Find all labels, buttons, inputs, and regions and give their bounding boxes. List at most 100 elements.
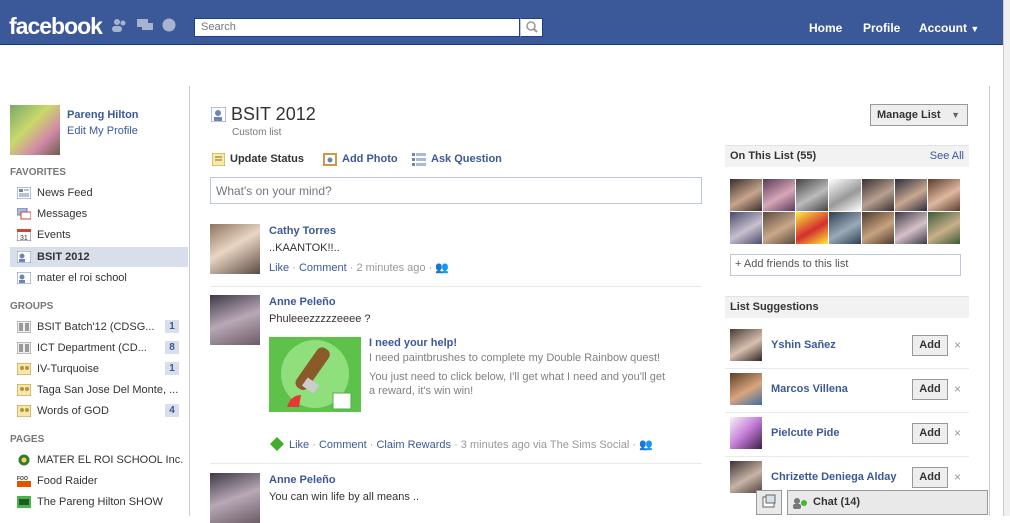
dismiss-suggestion-icon[interactable]: × [954,382,961,396]
story-author-name[interactable]: Cathy Torres [269,225,336,237]
suggestion-name[interactable]: Chrizette Deniega Alday [771,471,897,483]
groups-heading: GROUPS [10,301,54,312]
sidebar-item-events[interactable]: 31 Events [10,225,188,245]
sidebar-item-messages[interactable]: Messages [10,204,188,224]
pages-heading: PAGES [10,434,45,445]
story-text: Phuleeezzzzzeeee ? [269,313,371,325]
status-input[interactable]: What's on your mind? [210,177,702,204]
notifications-globe-icon[interactable] [161,18,177,32]
attachment-title[interactable]: I need your help! [369,337,457,349]
group-icon [17,342,31,354]
suggestion-avatar[interactable] [730,461,762,493]
list-member-photo[interactable] [829,212,861,244]
sidebar-item-news-feed[interactable]: News Feed [10,183,188,203]
list-member-photo[interactable] [763,212,795,244]
list-suggestions-title: List Suggestions [730,301,819,313]
sidebar-group-bsit-batch[interactable]: BSIT Batch'12 (CDSG... 1 [10,317,188,337]
group-label: Words of GOD [37,405,109,417]
see-all-link[interactable]: See All [930,150,964,162]
comment-link[interactable]: Comment [299,262,347,274]
dismiss-suggestion-icon[interactable]: × [954,426,961,440]
sidebar-page-mater-el-roi[interactable]: MATER EL ROI SCHOOL Inc. [10,450,188,470]
page-scrollbar[interactable] [1003,0,1010,516]
chat-dock-button[interactable] [756,490,782,515]
suggestion-avatar[interactable] [730,417,762,449]
ask-question-tab[interactable]: Ask Question [431,153,502,165]
list-member-photo[interactable] [928,212,960,244]
paintbrush-game-image[interactable] [269,337,361,412]
list-member-photo[interactable] [895,179,927,211]
story-author-avatar[interactable] [210,295,260,345]
group-people-icon [17,384,31,396]
manage-list-button[interactable]: Manage List ▼ [870,104,968,126]
list-member-photo[interactable] [862,179,894,211]
search-button[interactable] [520,18,543,37]
chat-bar[interactable]: Chat (14) [787,490,988,515]
list-header-icon [211,107,226,122]
list-subtitle: Custom list [232,127,282,138]
audience-friends-icon: 👥 [435,262,450,274]
story-author-name[interactable]: Anne Peleño [269,296,336,308]
profile-link[interactable]: Profile [863,21,900,35]
home-link[interactable]: Home [809,21,842,35]
suggestion-name[interactable]: Yshin Sañez [771,339,836,351]
suggestion-name[interactable]: Pielcute Pide [771,427,839,439]
list-member-photo[interactable] [796,179,828,211]
add-suggestion-button[interactable]: Add [912,379,948,400]
sims-social-app-icon [270,437,284,451]
list-member-photo[interactable] [862,212,894,244]
user-name-link[interactable]: Pareng Hilton [67,109,139,121]
group-people-icon [17,405,31,417]
list-member-photo[interactable] [829,179,861,211]
group-icon [17,321,31,333]
story-timestamp[interactable]: 2 minutes ago [356,262,425,274]
list-member-photo[interactable] [763,179,795,211]
suggestion-name[interactable]: Marcos Villena [771,383,848,395]
search-input[interactable]: Search [194,18,520,37]
sidebar-page-pareng-hilton-show[interactable]: The Pareng Hilton SHOW [10,492,188,512]
add-suggestion-button[interactable]: Add [912,335,948,356]
user-avatar[interactable] [10,105,60,155]
suggestion-avatar[interactable] [730,329,762,361]
favorites-heading: FAVORITES [10,167,66,178]
add-friends-input[interactable]: + Add friends to this list [730,254,961,276]
list-member-photo[interactable] [730,212,762,244]
sidebar-item-label: News Feed [37,187,93,199]
like-link[interactable]: Like [289,439,309,451]
photo-icon [323,153,337,166]
edit-profile-link[interactable]: Edit My Profile [67,125,138,137]
add-suggestion-button[interactable]: Add [912,467,948,488]
facebook-logo[interactable]: facebook [9,13,103,40]
suggestion-avatar[interactable] [730,373,762,405]
sidebar-page-food-raider[interactable]: FOO Food Raider [10,471,188,491]
friend-requests-icon[interactable] [111,18,127,32]
sidebar-group-iv-turquoise[interactable]: IV-Turquoise 1 [10,359,188,379]
sidebar-item-mater-el-roi-school[interactable]: mater el roi school [10,268,188,288]
dismiss-suggestion-icon[interactable]: × [954,470,961,484]
add-photo-tab[interactable]: Add Photo [342,153,398,165]
group-count-badge: 1 [165,362,179,375]
like-link[interactable]: Like [269,262,289,274]
list-member-photo[interactable] [730,179,762,211]
list-member-photo[interactable] [928,179,960,211]
add-suggestion-button[interactable]: Add [912,423,948,444]
sidebar-group-taga-san-jose[interactable]: Taga San Jose Del Monte, ... [10,380,188,400]
suggestion-divider [725,456,969,457]
list-member-photo[interactable] [796,212,828,244]
story-author-avatar[interactable] [210,224,260,274]
sidebar-group-words-of-god[interactable]: Words of GOD 4 [10,401,188,421]
story-timestamp[interactable]: 3 minutes ago via The Sims Social [461,439,630,451]
story-author-name[interactable]: Anne Peleño [269,474,336,486]
claim-rewards-link[interactable]: Claim Rewards [376,439,451,451]
sidebar-group-ict-department[interactable]: ICT Department (CD... 8 [10,338,188,358]
update-status-tab[interactable]: Update Status [230,153,304,165]
group-label: ICT Department (CD... [37,342,147,354]
messages-jewel-icon[interactable] [137,18,153,32]
sidebar-item-bsit-2012[interactable]: BSIT 2012 [10,247,188,267]
sidebar-item-label: Messages [37,208,88,220]
list-member-photo[interactable] [895,212,927,244]
dismiss-suggestion-icon[interactable]: × [954,338,961,352]
account-menu[interactable]: Account ▼ [919,21,979,35]
sidebar-item-label: Events [37,229,71,241]
comment-link[interactable]: Comment [319,439,367,451]
